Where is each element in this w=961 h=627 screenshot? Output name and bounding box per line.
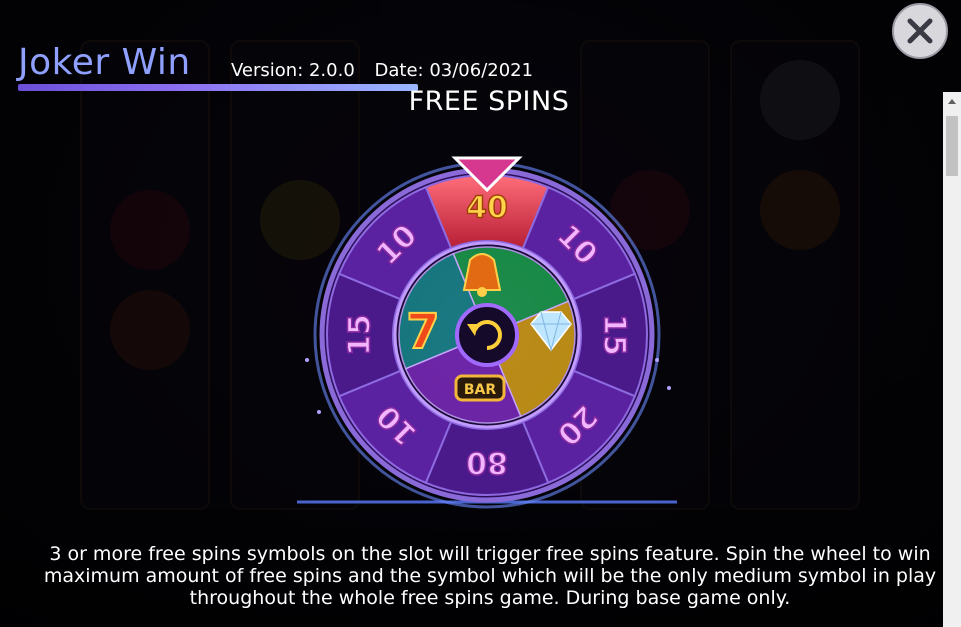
close-button[interactable] <box>892 3 948 59</box>
scroll-up-arrow-icon <box>948 99 956 104</box>
wheel-segment-value: 40 <box>466 191 508 226</box>
sparkle <box>317 410 321 414</box>
feature-description: 3 or more free spins symbols on the slot… <box>43 543 937 609</box>
wheel-segment-value: 15 <box>597 314 632 356</box>
wheel-segment-value: 15 <box>343 314 378 356</box>
bar-icon: BAR <box>454 374 506 402</box>
bar-label: BAR <box>464 382 497 398</box>
wheel-center-hub <box>455 303 519 367</box>
date-text: Date: 03/06/2021 <box>374 60 534 81</box>
sparkle <box>305 358 309 362</box>
version-info: Version: 2.0.0 Date: 03/06/2021 <box>231 60 547 81</box>
seven-label: 7 <box>406 304 439 360</box>
version-text: Version: 2.0.0 <box>231 60 355 81</box>
scroll-thumb[interactable] <box>946 116 958 176</box>
app-title: Joker Win <box>18 42 191 83</box>
wheel-segment-value: 80 <box>466 445 508 480</box>
seven-icon: 7 <box>405 303 440 361</box>
scroll-up-button[interactable] <box>943 92 961 110</box>
free-spins-wheel: 40 10 15 20 80 10 15 10 BAR 7 <box>297 150 677 520</box>
bell-icon <box>462 253 502 297</box>
close-icon <box>907 18 933 44</box>
sparkle <box>667 386 671 390</box>
vertical-scrollbar[interactable] <box>943 92 961 627</box>
section-title: FREE SPINS <box>408 86 570 117</box>
sparkle <box>655 358 659 362</box>
